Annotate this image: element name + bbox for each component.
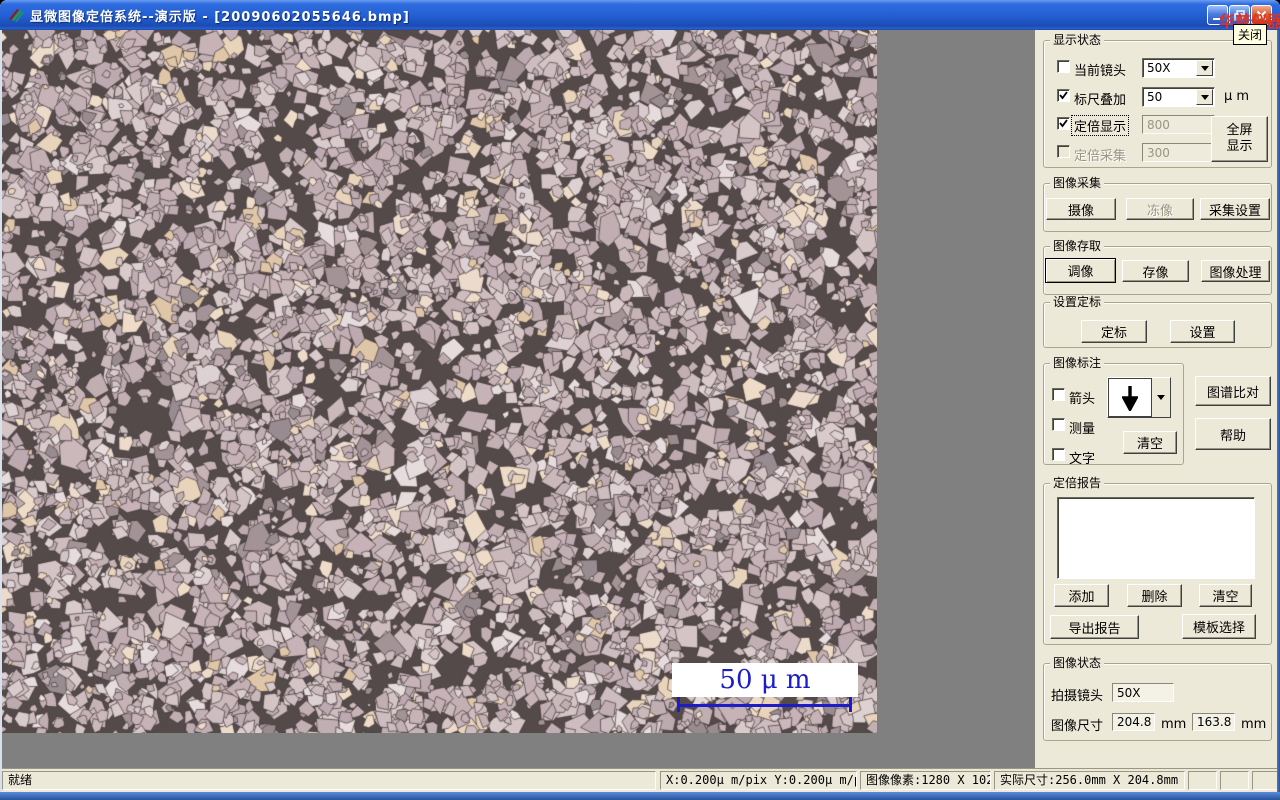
- scale-unit-label: μ m: [1224, 89, 1250, 104]
- group-calibration-label: 设置定标: [1050, 295, 1105, 309]
- arrow-label: 箭头: [1069, 392, 1096, 407]
- scale-overlay-label: 标尺叠加: [1074, 93, 1127, 108]
- check-icon: [1059, 91, 1068, 100]
- status-pixels: 图像像素:1280 X 1024: [860, 771, 991, 790]
- group-display-status-label: 显示状态: [1050, 33, 1105, 47]
- current-lens-combo[interactable]: 50X: [1142, 58, 1215, 78]
- calibrate-button[interactable]: 定标: [1081, 320, 1147, 343]
- image-height-field: 163.8: [1192, 713, 1235, 731]
- fixed-display-label: 定倍显示: [1071, 115, 1130, 136]
- arrow-style-preview: [1108, 378, 1152, 417]
- capture-lens-field: 50X: [1112, 683, 1174, 702]
- capture-settings-button[interactable]: 采集设置: [1200, 198, 1270, 220]
- group-calibration: 设置定标 定标 设置: [1043, 295, 1272, 348]
- group-image-status-label: 图像状态: [1050, 656, 1105, 670]
- fixed-capture-checkbox: [1057, 145, 1070, 158]
- width-unit-label: mm: [1161, 717, 1187, 732]
- height-unit-label: mm: [1241, 717, 1267, 732]
- report-delete-button[interactable]: 删除: [1127, 584, 1182, 607]
- calibration-settings-button[interactable]: 设置: [1170, 320, 1235, 343]
- down-arrow-icon: [1122, 385, 1138, 411]
- report-add-button[interactable]: 添加: [1054, 584, 1109, 607]
- measure-checkbox[interactable]: [1052, 418, 1065, 431]
- group-annotation: 图像标注 箭头 测量 清空 文字: [1043, 356, 1184, 467]
- chevron-down-icon[interactable]: [1196, 60, 1213, 76]
- atlas-compare-button[interactable]: 图谱比对: [1195, 376, 1271, 406]
- status-ready: 就绪: [2, 771, 656, 790]
- text-label: 文字: [1069, 452, 1096, 467]
- app-icon: [7, 6, 25, 24]
- group-image-storage: 图像存取 调像 存像 图像处理: [1043, 239, 1272, 295]
- scale-overlay-combo[interactable]: 50: [1142, 87, 1215, 107]
- scale-bar-line: [677, 704, 852, 707]
- report-clear-button[interactable]: 清空: [1199, 584, 1252, 607]
- window-bottom-border: [0, 792, 1280, 800]
- fixed-display-checkbox[interactable]: [1057, 117, 1070, 130]
- status-empty-2: [1220, 771, 1249, 790]
- image-process-button[interactable]: 图像处理: [1201, 260, 1270, 282]
- report-listbox[interactable]: [1057, 497, 1255, 579]
- group-image-storage-label: 图像存取: [1050, 239, 1105, 253]
- window-title: 显微图像定倍系统--演示版 - [20090602055646.bmp]: [30, 10, 410, 25]
- help-button[interactable]: 帮助: [1195, 418, 1271, 450]
- text-checkbox[interactable]: [1052, 448, 1065, 461]
- fullscreen-button[interactable]: 全屏显示: [1211, 116, 1268, 162]
- current-lens-checkbox[interactable]: [1057, 60, 1070, 73]
- group-display-status: 显示状态 当前镜头 50X 标尺叠加 50 μ m 定倍显示 800 定倍采集: [1043, 33, 1272, 168]
- measure-label: 测量: [1069, 422, 1096, 437]
- image-viewer[interactable]: 50 μ m: [2, 30, 877, 733]
- save-image-button[interactable]: 存像: [1122, 260, 1189, 282]
- load-image-button[interactable]: 调像: [1045, 258, 1116, 283]
- capture-lens-label: 拍摄镜头: [1051, 689, 1104, 704]
- capture-button[interactable]: 摄像: [1046, 198, 1116, 220]
- template-select-button[interactable]: 模板选择: [1182, 614, 1256, 639]
- check-icon: [1059, 119, 1068, 128]
- fixed-display-field: 800: [1142, 115, 1215, 134]
- image-size-label: 图像尺寸: [1051, 719, 1104, 734]
- scale-overlay-checkbox[interactable]: [1057, 89, 1070, 102]
- current-lens-label: 当前镜头: [1074, 64, 1127, 79]
- group-report-label: 定倍报告: [1050, 476, 1105, 490]
- group-report: 定倍报告 添加 删除 清空 导出报告 模板选择: [1043, 476, 1272, 645]
- group-image-status: 图像状态 拍摄镜头 50X 图像尺寸 204.8 mm 163.8 mm: [1043, 656, 1272, 741]
- arrow-checkbox[interactable]: [1052, 388, 1065, 401]
- fixed-capture-label: 定倍采集: [1074, 149, 1127, 164]
- scale-bar-text: 50 μ m: [719, 665, 811, 695]
- group-annotation-label: 图像标注: [1050, 356, 1105, 370]
- chevron-down-icon[interactable]: [1196, 89, 1213, 105]
- annotation-clear-button[interactable]: 清空: [1123, 431, 1177, 454]
- statusbar: 就绪 X:0.200μ m/pix Y:0.200μ m/pix 图像像素:12…: [2, 768, 1278, 792]
- app-window: 显微图像定倍系统--演示版 - [20090602055646.bmp] 华普仪…: [0, 0, 1280, 800]
- titlebar[interactable]: 显微图像定倍系统--演示版 - [20090602055646.bmp] 华普仪…: [0, 0, 1280, 31]
- scale-bar-tick-right: [849, 697, 852, 712]
- status-actual-size: 实际尺寸:256.0mm X 204.8mm: [994, 771, 1185, 790]
- micrograph-canvas[interactable]: [2, 30, 877, 733]
- arrow-style-combo[interactable]: [1107, 377, 1171, 418]
- chevron-down-icon[interactable]: [1152, 378, 1170, 417]
- image-width-field: 204.8: [1112, 713, 1155, 731]
- close-tooltip: 关闭: [1233, 24, 1268, 45]
- group-image-capture: 图像采集 摄像 冻像 采集设置: [1043, 176, 1272, 232]
- status-empty-3: [1252, 771, 1278, 790]
- export-report-button[interactable]: 导出报告: [1050, 615, 1139, 639]
- group-image-capture-label: 图像采集: [1050, 176, 1105, 190]
- freeze-button: 冻像: [1126, 198, 1194, 220]
- scale-bar-tick-left: [677, 697, 680, 712]
- status-resolution: X:0.200μ m/pix Y:0.200μ m/pix: [660, 771, 857, 790]
- fixed-capture-field: 300: [1142, 143, 1215, 162]
- window-left-border: [0, 30, 2, 792]
- scale-bar: 50 μ m: [672, 663, 858, 697]
- status-empty-1: [1188, 771, 1217, 790]
